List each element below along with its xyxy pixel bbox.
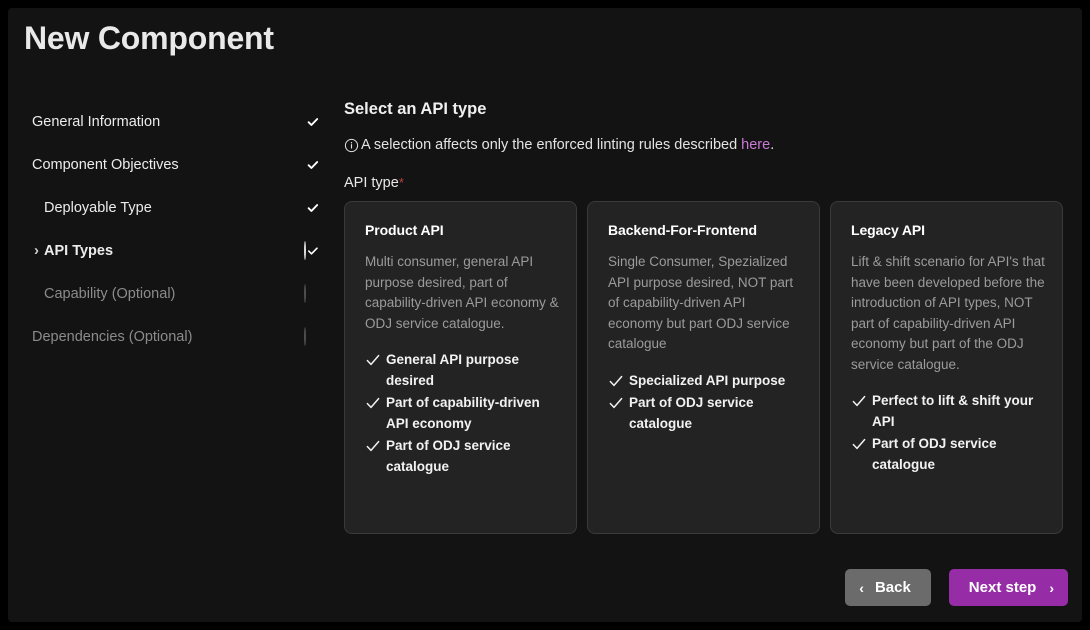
api-type-card-feature-label: Specialized API purpose (629, 372, 786, 388)
wizard-window: New Component General Information Compone… (8, 8, 1082, 622)
api-type-card-title: Legacy API (851, 222, 925, 238)
step-status-check-outline-icon (304, 240, 322, 260)
api-type-card-description: Multi consumer, general API purpose desi… (365, 254, 559, 331)
wizard-step-dependencies-optional[interactable]: Dependencies (Optional) (20, 315, 336, 358)
api-type-card-feature-item: Part of ODJ service catalogue (851, 434, 1046, 475)
back-button[interactable]: ‹ Back (845, 569, 931, 606)
check-icon (365, 436, 381, 456)
main-content: Select an API type A selection affects o… (344, 100, 1068, 534)
api-type-card-feature-label: Part of ODJ service catalogue (872, 436, 997, 472)
wizard-step-general-information[interactable]: General Information (20, 100, 336, 143)
api-type-card-feature-label: Part of ODJ service catalogue (386, 438, 511, 474)
wizard-step-deployable-type[interactable]: Deployable Type (20, 186, 336, 229)
api-type-card-product-api[interactable]: Product API Multi consumer, general API p… (344, 201, 577, 534)
api-type-card-feature-list: Perfect to lift & shift your API Part of … (851, 391, 1046, 475)
api-type-card-backend-for-frontend[interactable]: Backend-For-Frontend Single Consumer, Spe… (587, 201, 820, 534)
hint-text: A selection affects only the enforced li… (361, 137, 738, 153)
api-type-card-feature-item: General API purpose desired (365, 350, 560, 391)
wizard-step-capability-optional[interactable]: Capability (Optional) (20, 272, 336, 315)
check-icon (608, 393, 624, 413)
info-circle-icon (344, 138, 359, 153)
api-type-label-text: API type (344, 175, 399, 191)
api-type-card-feature-item: Part of capability-driven API economy (365, 393, 560, 434)
step-status-check-filled-icon (304, 156, 322, 174)
wizard-footer: ‹ Back Next step › (845, 569, 1068, 606)
linting-hint: A selection affects only the enforced li… (344, 137, 1068, 153)
step-status-empty-icon (304, 326, 322, 346)
hint-here-link[interactable]: here (741, 137, 770, 153)
chevron-right-icon: › (1049, 579, 1054, 596)
wizard-step-api-types[interactable]: › API Types (20, 229, 336, 272)
api-type-card-title: Backend-For-Frontend (608, 222, 757, 238)
api-type-card-feature-item: Part of ODJ service catalogue (365, 436, 560, 477)
check-icon (365, 393, 381, 413)
hint-suffix: . (770, 137, 775, 153)
api-type-card-title: Product API (365, 222, 444, 238)
api-type-card-feature-item: Perfect to lift & shift your API (851, 391, 1046, 432)
wizard-step-label: Capability (Optional) (44, 285, 176, 302)
section-title: Select an API type (344, 100, 487, 118)
check-icon (365, 350, 381, 370)
api-type-card-description: Single Consumer, Spezialized API purpose… (608, 254, 794, 351)
wizard-step-label: API Types (44, 242, 114, 259)
step-status-empty-icon (304, 283, 322, 303)
api-type-field-label: API type* (344, 175, 1068, 191)
check-icon (608, 371, 624, 391)
chevron-left-icon: ‹ (859, 579, 864, 596)
api-type-card-group: Product API Multi consumer, general API p… (344, 201, 1068, 534)
step-status-check-filled-icon (304, 113, 322, 131)
back-button-label: Back (874, 579, 911, 596)
wizard-step-label: General Information (32, 113, 161, 130)
api-type-card-feature-label: Part of capability-driven API economy (386, 395, 540, 431)
api-type-card-feature-item: Specialized API purpose (608, 371, 803, 392)
api-type-card-description: Lift & shift scenario for API's that hav… (851, 254, 1045, 372)
wizard-step-label: Dependencies (Optional) (32, 328, 193, 345)
api-type-card-feature-list: General API purpose desired Part of capab… (365, 350, 560, 477)
wizard-step-component-objectives[interactable]: Component Objectives (20, 143, 336, 186)
next-step-button[interactable]: Next step › (948, 569, 1068, 606)
wizard-step-label: Component Objectives (32, 156, 179, 173)
step-status-check-filled-icon (304, 199, 322, 217)
next-step-button-label: Next step (968, 579, 1037, 596)
api-type-card-feature-label: Perfect to lift & shift your API (872, 393, 1034, 429)
api-type-card-feature-label: Part of ODJ service catalogue (629, 395, 754, 431)
page-title: New Component (24, 20, 274, 56)
api-type-card-feature-list: Specialized API purpose Part of ODJ servi… (608, 371, 803, 435)
api-type-card-feature-label: General API purpose desired (386, 352, 520, 388)
required-asterisk: * (398, 175, 404, 190)
api-type-card-feature-item: Part of ODJ service catalogue (608, 393, 803, 434)
check-icon (851, 434, 867, 454)
api-type-card-legacy-api[interactable]: Legacy API Lift & shift scenario for API'… (830, 201, 1063, 534)
wizard-step-list: General Information Component Objectives D… (20, 100, 336, 358)
wizard-step-label: Deployable Type (44, 199, 152, 216)
check-icon (851, 391, 867, 411)
chevron-right-icon: › (34, 242, 39, 259)
